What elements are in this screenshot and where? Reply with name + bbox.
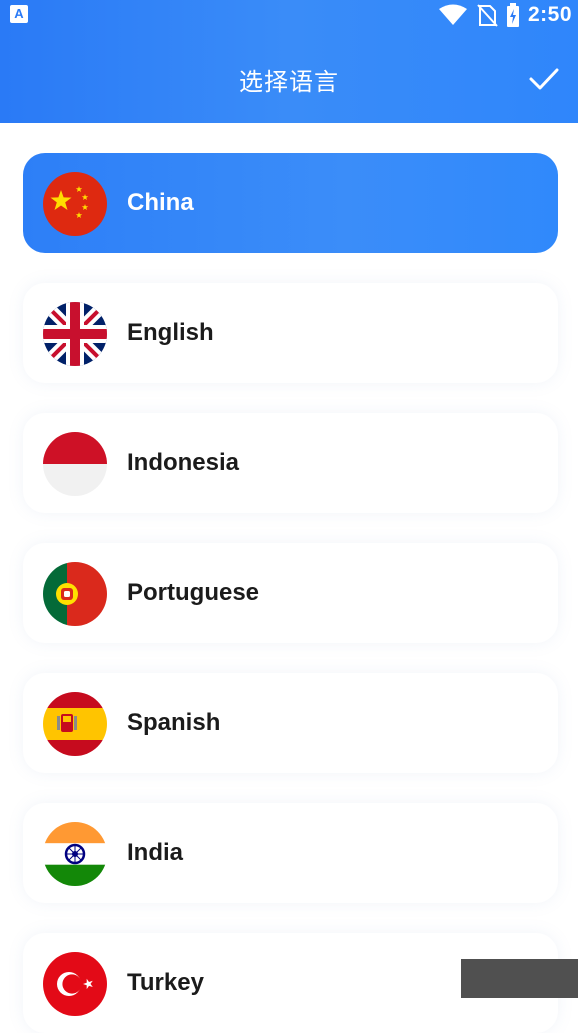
battery-charging-icon [506,3,519,27]
language-item-portuguese[interactable]: Portuguese [23,543,558,643]
india-flag-icon [43,822,107,886]
no-sim-icon [477,4,498,27]
indonesia-flag-icon [43,432,107,496]
status-bar: A 2:50 [0,0,578,30]
language-item-china[interactable]: China [23,153,558,253]
confirm-button[interactable] [528,64,560,94]
language-label: Indonesia [127,449,240,476]
status-icons: 2:50 [438,2,572,28]
wifi-icon [438,4,467,25]
status-time: 2:50 [527,3,572,26]
page-title: 选择语言 [239,68,339,96]
turkey-flag-icon [43,952,107,1016]
language-label: Turkey [127,969,204,996]
language-item-india[interactable]: India [23,803,558,903]
app-notification-icon: A [10,5,28,23]
uk-flag-icon [43,302,107,366]
language-item-spanish[interactable]: Spanish [23,673,558,773]
language-item-indonesia[interactable]: Indonesia [23,413,558,513]
language-label: China [127,189,194,216]
app-header: A 2:50 选择语言 [0,0,578,123]
portugal-flag-icon [43,562,107,626]
language-label: Portuguese [127,579,260,606]
spain-flag-icon [43,692,107,756]
check-icon [529,68,559,90]
language-item-english[interactable]: English [23,283,558,383]
overlay-panel [461,959,578,998]
language-label: English [127,319,214,346]
language-label: Spanish [127,709,221,736]
china-flag-icon [43,172,107,236]
language-label: India [127,839,184,866]
